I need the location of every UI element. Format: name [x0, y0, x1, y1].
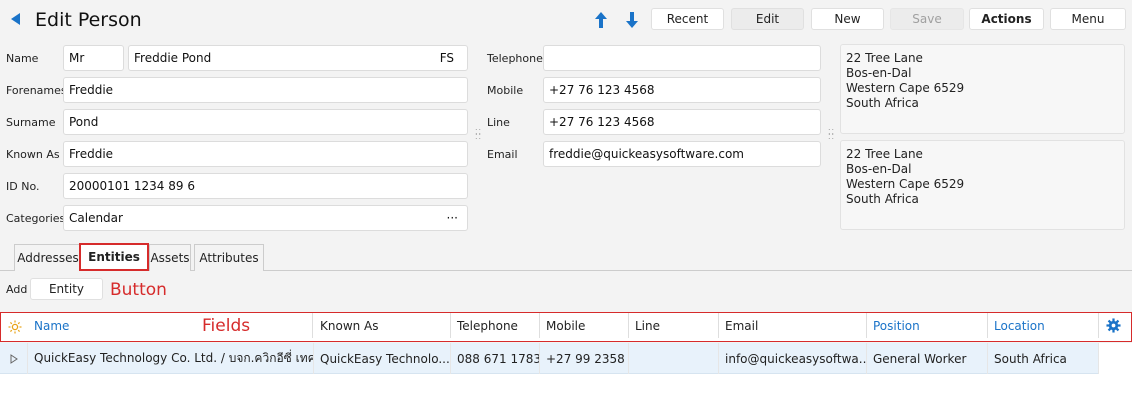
known-as-label: Known As	[6, 148, 60, 161]
cell-location[interactable]: South Africa	[988, 343, 1099, 374]
annotation-fields-label: Fields	[202, 316, 251, 336]
column-header-position[interactable]: Position	[867, 313, 988, 338]
address-line: Bos-en-Dal	[846, 162, 912, 176]
known-as-field[interactable]: Freddie	[63, 141, 468, 167]
column-header-mobile[interactable]: Mobile	[540, 313, 629, 338]
line-field[interactable]: +27 76 123 4568	[543, 109, 821, 135]
back-icon[interactable]	[11, 13, 20, 25]
splitter-grip-icon[interactable]: ⁚⁚ ⁚⁚	[475, 129, 481, 143]
physical-address-box[interactable]: 22 Tree Lane Bos-en-Dal Western Cape 652…	[840, 44, 1125, 134]
cell-email[interactable]: info@quickeasysoftwa...	[719, 343, 867, 374]
annotation-button-label: Button	[110, 280, 167, 300]
tab-attributes[interactable]: Attributes	[194, 244, 264, 271]
edit-button[interactable]: Edit	[731, 8, 804, 30]
recent-button[interactable]: Recent	[651, 8, 724, 30]
cell-position[interactable]: General Worker	[867, 343, 988, 374]
address-line: South Africa	[846, 192, 919, 206]
categories-field[interactable]: Calendar ···	[63, 205, 468, 231]
column-header-line[interactable]: Line	[629, 313, 719, 338]
forenames-field[interactable]: Freddie	[63, 77, 468, 103]
row-expander[interactable]	[0, 343, 28, 374]
sun-icon[interactable]	[8, 320, 22, 334]
arrow-down-icon[interactable]	[625, 11, 639, 29]
surname-field[interactable]: Pond	[63, 109, 468, 135]
address-line: Bos-en-Dal	[846, 66, 912, 80]
full-name-value: Freddie Pond	[134, 51, 212, 65]
title-field[interactable]: Mr	[63, 45, 124, 71]
address-line: Western Cape 6529	[846, 81, 965, 95]
categories-more-icon[interactable]: ···	[447, 211, 462, 225]
page-title: Edit Person	[35, 9, 142, 31]
cell-mobile[interactable]: +27 99 2358	[540, 343, 629, 374]
id-no-label: ID No.	[6, 180, 40, 193]
column-header-name[interactable]: Name	[28, 313, 313, 338]
telephone-field[interactable]	[543, 45, 821, 71]
categories-value: Calendar	[69, 211, 123, 225]
gear-icon[interactable]	[1106, 318, 1121, 333]
add-label: Add	[6, 283, 28, 296]
address-line: 22 Tree Lane	[846, 51, 923, 65]
address-line: Western Cape 6529	[846, 177, 965, 191]
name-label: Name	[6, 52, 39, 65]
column-header-location[interactable]: Location	[988, 313, 1099, 338]
column-header-known-as[interactable]: Known As	[314, 313, 451, 338]
full-name-field[interactable]: Freddie Pond FS	[128, 45, 468, 71]
telephone-label: Telephone	[487, 52, 543, 65]
arrow-up-icon[interactable]	[594, 11, 608, 29]
actions-button[interactable]: Actions	[969, 8, 1044, 30]
email-label: Email	[487, 148, 518, 161]
surname-label: Surname	[6, 116, 56, 129]
mobile-label: Mobile	[487, 84, 524, 97]
add-entity-button[interactable]: Entity	[30, 278, 103, 300]
forenames-label: Forenames	[6, 84, 67, 97]
expand-arrow-icon[interactable]	[10, 353, 18, 364]
cell-telephone[interactable]: 088 671 1783	[451, 343, 540, 374]
postal-address-box[interactable]: 22 Tree Lane Bos-en-Dal Western Cape 652…	[840, 140, 1125, 230]
column-header-telephone[interactable]: Telephone	[451, 313, 540, 338]
email-field[interactable]: freddie@quickeasysoftware.com	[543, 141, 821, 167]
splitter-grip-icon[interactable]: ⁚⁚ ⁚⁚	[828, 129, 834, 143]
address-line: South Africa	[846, 96, 919, 110]
column-header-email[interactable]: Email	[719, 313, 867, 338]
tab-entities[interactable]: Entities	[79, 243, 149, 271]
cell-known-as[interactable]: QuickEasy Technolo...	[314, 343, 451, 374]
new-button[interactable]: New	[811, 8, 884, 30]
menu-button[interactable]: Menu	[1050, 8, 1126, 30]
cell-line[interactable]	[629, 343, 719, 374]
save-button[interactable]: Save	[890, 8, 964, 30]
categories-label: Categories	[6, 212, 66, 225]
tab-assets[interactable]: Assets	[149, 244, 191, 271]
cell-name[interactable]: QuickEasy Technology Co. Ltd. / บจก.ควิก…	[28, 343, 314, 374]
id-no-field[interactable]: 20000101 1234 89 6	[63, 173, 468, 199]
address-line: 22 Tree Lane	[846, 147, 923, 161]
initials-value: FS	[439, 51, 454, 65]
mobile-field[interactable]: +27 76 123 4568	[543, 77, 821, 103]
tab-addresses[interactable]: Addresses	[14, 244, 82, 271]
line-label: Line	[487, 116, 510, 129]
